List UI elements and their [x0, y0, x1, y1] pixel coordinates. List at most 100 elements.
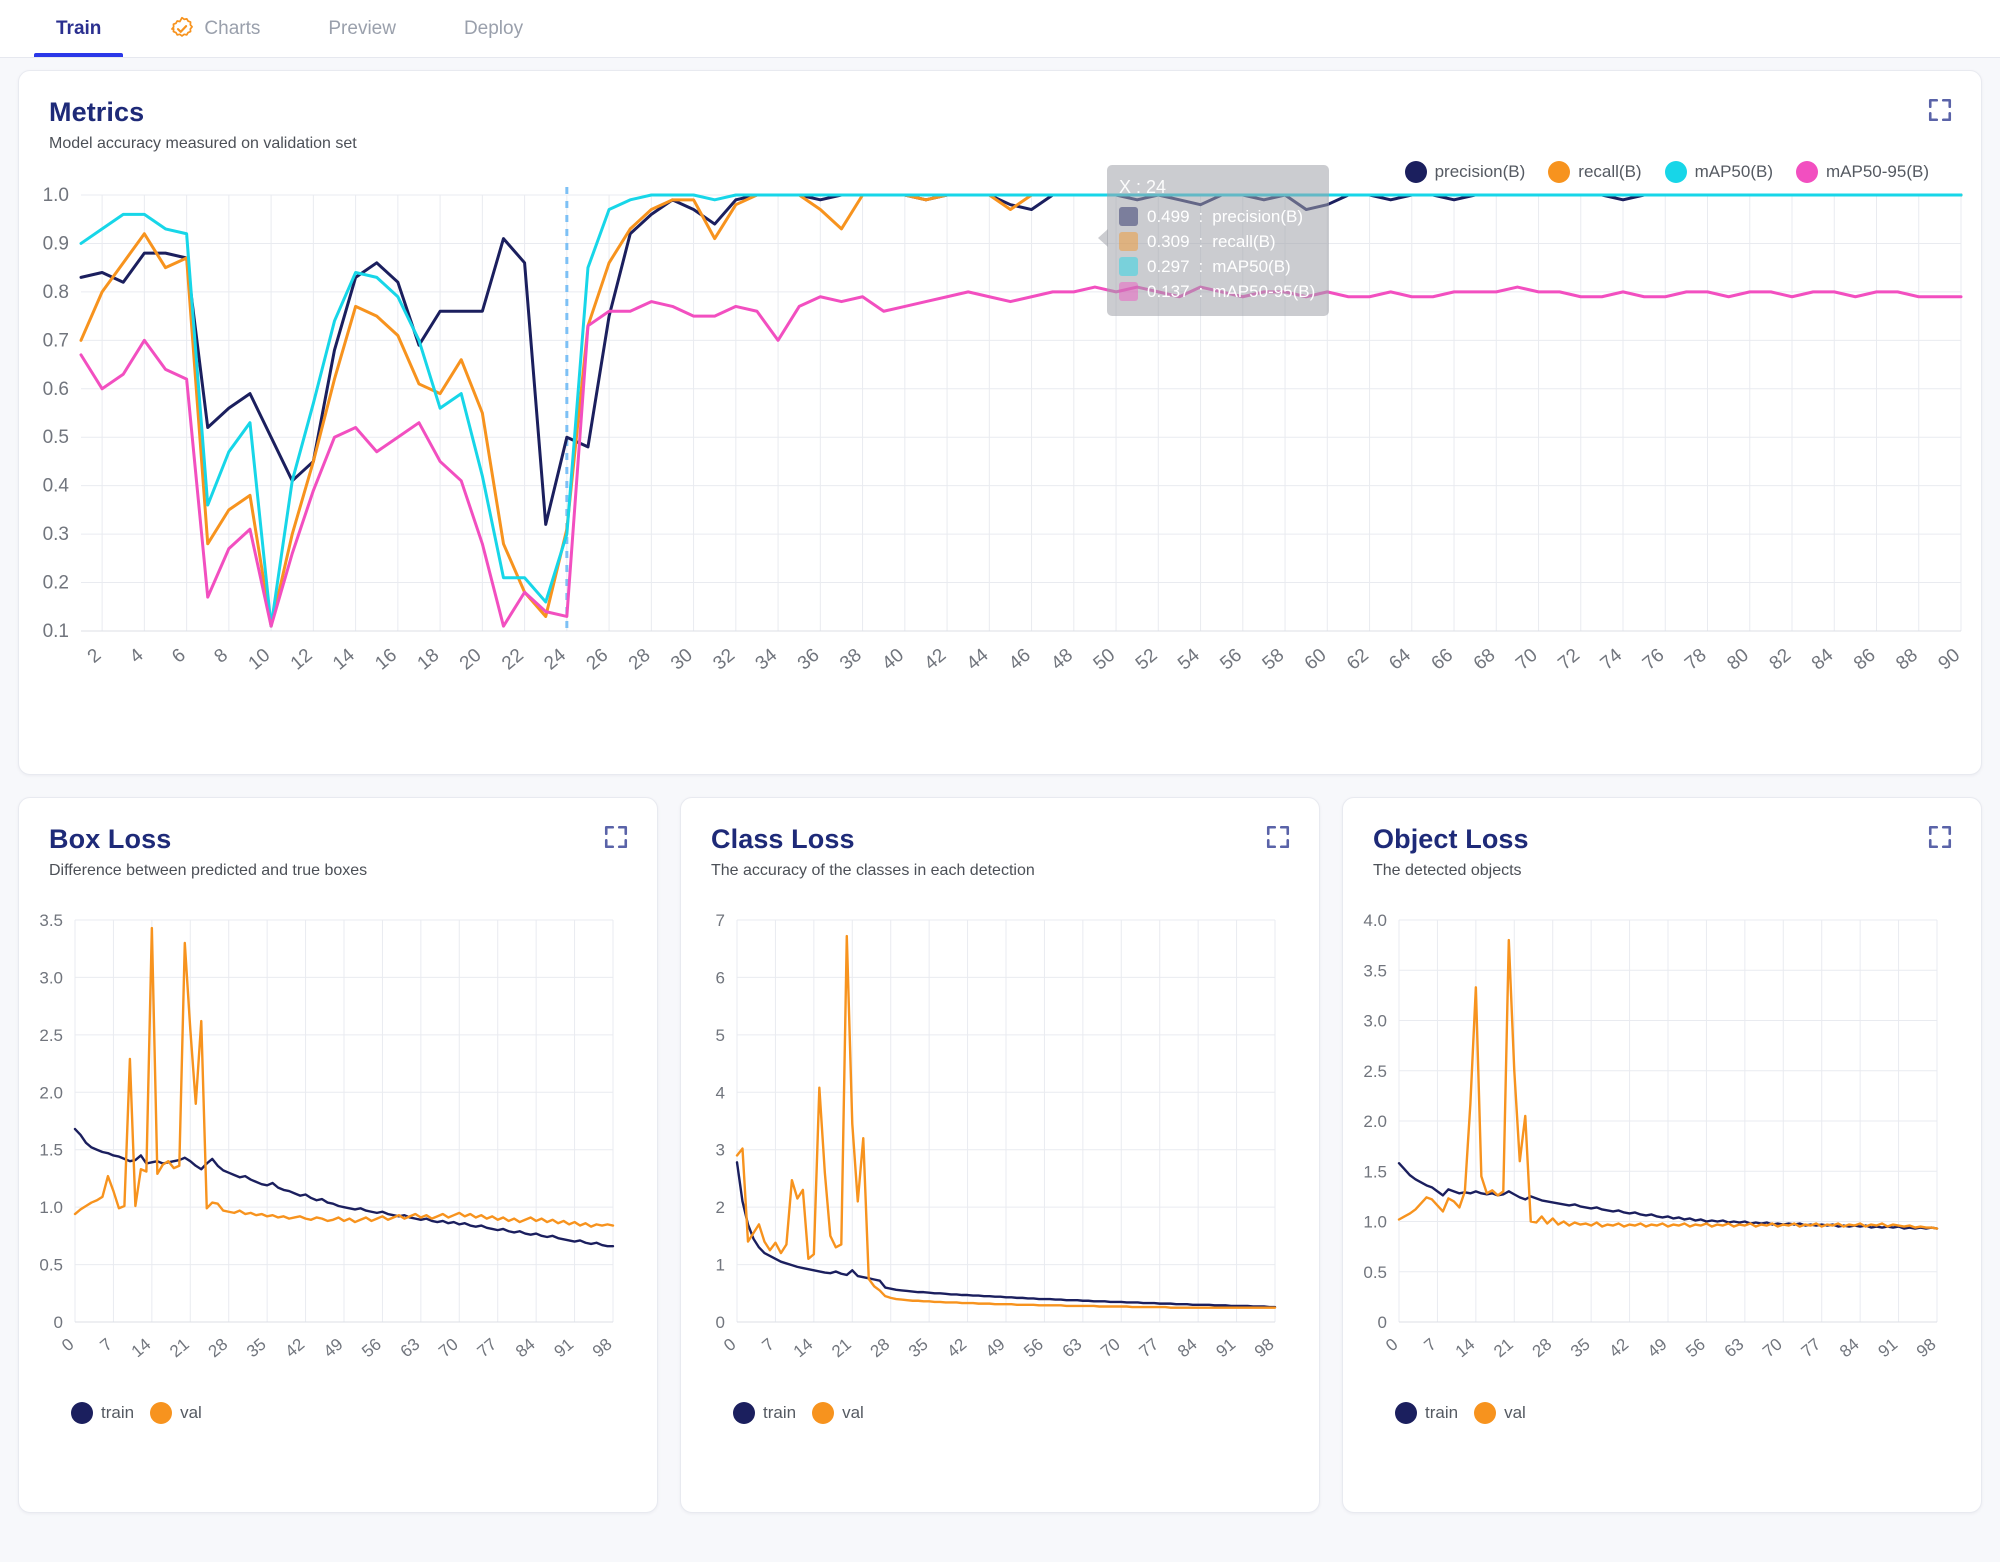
svg-text:28: 28 [1529, 1335, 1556, 1362]
legend-label-recall: recall(B) [1578, 162, 1641, 182]
svg-text:80: 80 [1723, 645, 1753, 675]
box-loss-card: Box Loss Difference between predicted an… [18, 797, 658, 1513]
legend-item-train[interactable]: train [71, 1402, 134, 1424]
legend-dot-val [1474, 1402, 1496, 1424]
object-loss-expand-icon[interactable] [1927, 824, 1953, 850]
svg-text:77: 77 [1136, 1335, 1163, 1362]
svg-text:98: 98 [1913, 1335, 1940, 1362]
svg-text:1.0: 1.0 [39, 1198, 63, 1217]
svg-text:52: 52 [1132, 645, 1162, 675]
dashboard-body: Metrics Model accuracy measured on valid… [0, 58, 2000, 1513]
svg-text:7: 7 [759, 1335, 778, 1356]
svg-text:98: 98 [1251, 1335, 1278, 1362]
legend-item-map5095[interactable]: mAP50-95(B) [1796, 161, 1929, 183]
svg-text:70: 70 [1759, 1335, 1786, 1362]
svg-text:34: 34 [752, 644, 782, 674]
tab-deploy-label: Deploy [464, 18, 523, 40]
svg-text:86: 86 [1850, 645, 1880, 675]
tab-preview[interactable]: Preview [294, 0, 430, 57]
tab-deploy[interactable]: Deploy [430, 0, 557, 57]
svg-text:42: 42 [943, 1335, 970, 1362]
svg-text:3.0: 3.0 [1363, 1012, 1387, 1031]
svg-text:68: 68 [1470, 645, 1500, 675]
legend-dot-val [812, 1402, 834, 1424]
svg-text:0: 0 [54, 1313, 63, 1332]
legend-dot-recall [1548, 161, 1570, 183]
svg-text:0.9: 0.9 [43, 233, 69, 254]
svg-text:0.1: 0.1 [43, 621, 69, 642]
svg-text:0: 0 [716, 1313, 725, 1332]
legend-item-train[interactable]: train [733, 1402, 796, 1424]
svg-text:58: 58 [1259, 645, 1289, 675]
legend-item-train[interactable]: train [1395, 1402, 1458, 1424]
svg-text:50: 50 [1090, 645, 1120, 675]
box-loss-expand-icon[interactable] [603, 824, 629, 850]
svg-text:6: 6 [168, 645, 190, 668]
svg-text:2: 2 [716, 1198, 725, 1217]
metrics-expand-icon[interactable] [1927, 97, 1953, 123]
svg-text:0.6: 0.6 [43, 379, 69, 400]
svg-text:63: 63 [1059, 1335, 1086, 1362]
class-loss-plot-svg: 012345670714212835424956637077849198 [681, 880, 1301, 1440]
svg-text:36: 36 [794, 645, 824, 675]
svg-text:77: 77 [474, 1335, 501, 1362]
svg-text:14: 14 [329, 644, 359, 674]
svg-text:35: 35 [905, 1335, 932, 1362]
svg-text:28: 28 [625, 645, 655, 675]
svg-text:98: 98 [589, 1335, 616, 1362]
svg-text:70: 70 [435, 1335, 462, 1362]
legend-dot-precision [1405, 161, 1427, 183]
svg-text:0.5: 0.5 [43, 427, 69, 448]
object-loss-header: Object Loss The detected objects [1343, 798, 1981, 880]
svg-text:0: 0 [1382, 1335, 1401, 1356]
metrics-chart[interactable]: precision(B) recall(B) mAP50(B) mAP50-95… [19, 153, 1981, 713]
legend-item-map50[interactable]: mAP50(B) [1665, 161, 1773, 183]
svg-text:1.5: 1.5 [39, 1141, 63, 1160]
class-loss-expand-icon[interactable] [1265, 824, 1291, 850]
svg-text:48: 48 [1047, 645, 1077, 675]
svg-text:74: 74 [1597, 644, 1627, 674]
tab-train[interactable]: Train [22, 0, 135, 57]
class-loss-chart[interactable]: 012345670714212835424956637077849198 tra… [681, 880, 1319, 1440]
class-loss-subtitle: The accuracy of the classes in each dete… [711, 862, 1289, 880]
svg-text:4: 4 [716, 1083, 725, 1102]
object-loss-chart[interactable]: 00.51.01.52.02.53.03.54.0071421283542495… [1343, 880, 1981, 1440]
object-loss-subtitle: The detected objects [1373, 862, 1951, 880]
legend-dot-map50 [1665, 161, 1687, 183]
box-loss-chart[interactable]: 00.51.01.52.02.53.03.5071421283542495663… [19, 880, 657, 1440]
svg-text:91: 91 [1874, 1335, 1901, 1362]
svg-text:84: 84 [1836, 1335, 1863, 1362]
svg-text:3.5: 3.5 [1363, 961, 1387, 980]
svg-text:21: 21 [1490, 1335, 1517, 1362]
legend-dot-train [733, 1402, 755, 1424]
svg-text:40: 40 [878, 645, 908, 675]
main-tab-bar: Train Charts Preview Deploy [0, 0, 2000, 58]
svg-text:2.0: 2.0 [39, 1083, 63, 1102]
tab-train-label: Train [56, 18, 101, 40]
svg-text:26: 26 [583, 645, 613, 675]
badge-check-icon [169, 16, 195, 42]
svg-text:28: 28 [867, 1335, 894, 1362]
svg-text:2.0: 2.0 [1363, 1112, 1387, 1131]
tab-preview-label: Preview [328, 18, 396, 40]
svg-text:1: 1 [716, 1256, 725, 1275]
legend-item-precision[interactable]: precision(B) [1405, 161, 1526, 183]
legend-item-val[interactable]: val [150, 1402, 202, 1424]
svg-text:22: 22 [498, 645, 528, 675]
svg-text:7: 7 [1421, 1335, 1440, 1356]
svg-text:63: 63 [397, 1335, 424, 1362]
tab-charts[interactable]: Charts [135, 0, 294, 57]
svg-text:20: 20 [456, 645, 486, 675]
svg-text:62: 62 [1343, 645, 1373, 675]
legend-item-val[interactable]: val [1474, 1402, 1526, 1424]
legend-label-map50: mAP50(B) [1695, 162, 1773, 182]
svg-text:0.5: 0.5 [39, 1256, 63, 1275]
legend-item-val[interactable]: val [812, 1402, 864, 1424]
svg-text:78: 78 [1681, 645, 1711, 675]
svg-text:21: 21 [828, 1335, 855, 1362]
svg-text:60: 60 [1301, 645, 1331, 675]
legend-item-recall[interactable]: recall(B) [1548, 161, 1641, 183]
svg-text:8: 8 [210, 645, 232, 668]
svg-text:77: 77 [1798, 1335, 1825, 1362]
svg-text:0.8: 0.8 [43, 282, 69, 303]
